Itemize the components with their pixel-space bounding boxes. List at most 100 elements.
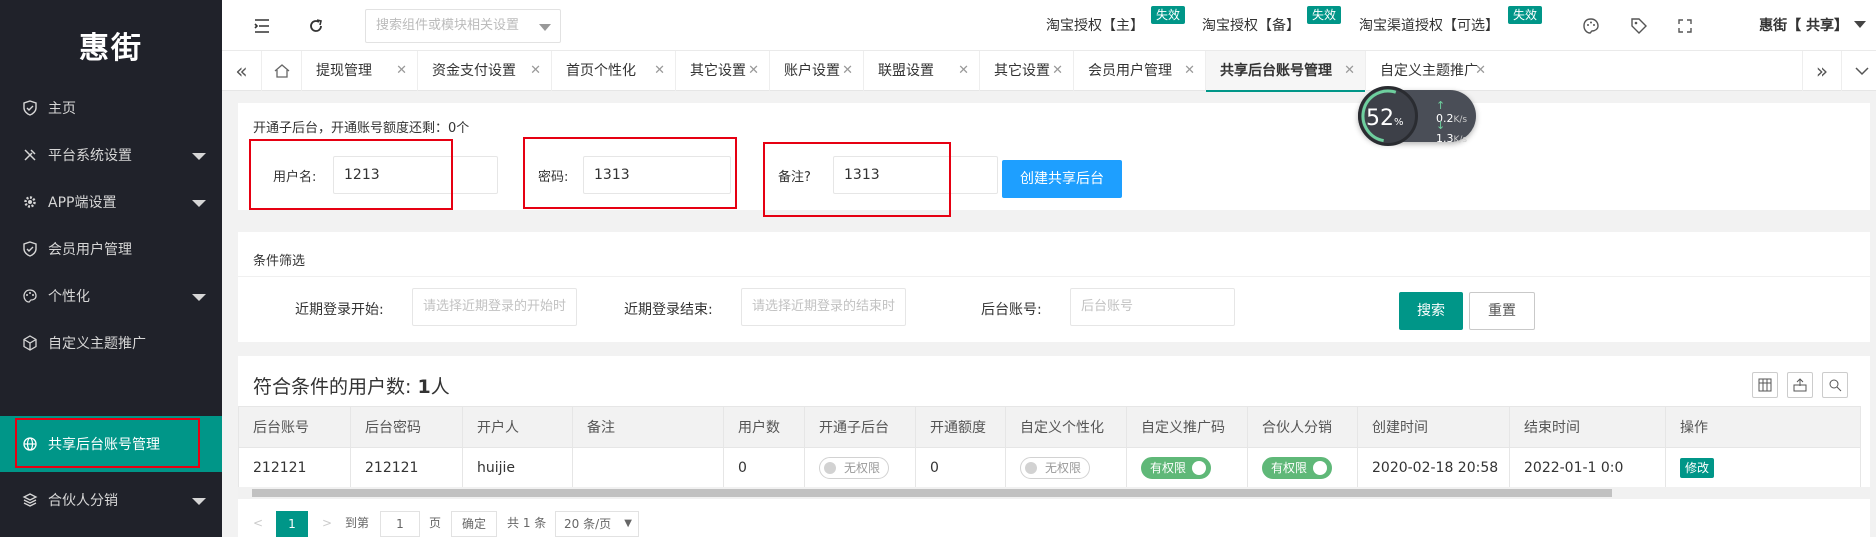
columns-filter-icon[interactable] [1752,372,1778,398]
column-header[interactable]: 用户数 [723,406,805,448]
palette-icon [23,289,37,303]
tabs-next-icon[interactable]: » [1802,51,1842,91]
tab-shared-accounts[interactable]: 共享后台账号管理 ✕ [1206,51,1366,92]
column-header[interactable]: 合伙人分销 [1247,406,1358,448]
collapse-menu-icon[interactable] [252,16,272,36]
result-count-value: 1 [417,376,431,398]
close-icon[interactable]: ✕ [958,51,969,91]
cell-custom-style: 无权限 [1005,447,1127,489]
tab-label: 联盟设置 [878,63,934,79]
accounts-table: 后台账号 后台密码 开户人 备注 用户数 开通子后台 开通额度 自定义个性化 自… [238,406,1861,489]
sidebar-item-label: 平台系统设置 [48,148,132,164]
horizontal-scrollbar[interactable] [238,487,1870,499]
auth-main-label[interactable]: 淘宝授权【主】 [1046,15,1144,35]
edit-button[interactable]: 修改 [1680,458,1715,478]
login-start-input[interactable]: 请选择近期登录的开始时 [412,288,577,326]
memory-percent: 52% [1366,106,1404,131]
cell-partner: 有权限 [1247,447,1358,489]
tab-alliance-settings[interactable]: 联盟设置 ✕ [864,51,980,91]
tab-label: 账户设置 [784,63,840,79]
column-header[interactable]: 后台密码 [350,406,463,448]
close-icon[interactable]: ✕ [1052,51,1063,91]
column-header[interactable]: 备注 [572,406,724,448]
highlight-box [15,418,200,468]
column-header[interactable]: 后台账号 [238,406,351,448]
tab-label: 共享后台账号管理 [1220,63,1332,79]
refresh-icon[interactable] [306,16,326,36]
sidebar-item-label: APP端设置 [48,195,117,211]
column-header[interactable]: 开通额度 [915,406,1006,448]
percent-unit: % [1394,117,1404,128]
tab-label: 资金支付设置 [432,63,516,79]
tab-account-settings[interactable]: 账户设置 ✕ [770,51,864,91]
cell-users: 0 [723,447,805,489]
tabs-menu-icon[interactable] [1842,51,1876,91]
close-icon[interactable]: ✕ [396,51,407,91]
pager-confirm-button[interactable]: 确定 [451,511,497,537]
promo-code-toggle[interactable]: 有权限 [1141,457,1212,479]
pager-size-select[interactable]: 20 条/页 ▼ [555,511,639,537]
pager-page-unit: 页 [429,516,442,530]
column-header[interactable]: 结束时间 [1509,406,1666,448]
sub-admin-toggle[interactable]: 无权限 [819,457,890,479]
theme-icon[interactable] [1581,16,1601,36]
down-value: 1.3 [1436,132,1454,145]
tab-other-settings-2[interactable]: 其它设置 ✕ [980,51,1074,91]
tab-payment-settings[interactable]: 资金支付设置 ✕ [418,51,552,91]
reset-button[interactable]: 重置 [1469,292,1535,330]
auth-channel-label[interactable]: 淘宝渠道授权【可选】 [1359,15,1499,35]
close-icon[interactable]: ✕ [530,51,541,91]
close-icon[interactable]: ✕ [654,51,665,91]
login-end-input[interactable]: 请选择近期登录的结束时 [741,288,906,326]
fullscreen-icon[interactable] [1675,16,1695,36]
sidebar-item-custom-theme[interactable]: 自定义主题推广 [0,315,222,371]
scrollbar-thumb[interactable] [252,489,1612,497]
pager-prev-icon[interactable]: < [253,512,263,536]
tab-custom-theme[interactable]: 自定义主题推广 ✕ [1366,51,1496,91]
tabs-prev-icon[interactable]: « [222,51,262,91]
pager-goto-input[interactable]: 1 [380,511,420,537]
tab-other-settings[interactable]: 其它设置 ✕ [676,51,770,91]
caret-down-icon: ▼ [624,518,632,529]
tab-withdraw[interactable]: 提现管理 ✕ [302,51,418,91]
column-header[interactable]: 操作 [1665,406,1861,448]
quota-notice: 开通子后台，开通账号额度还剩：0个 [253,121,470,136]
pager-next-icon[interactable]: > [322,512,332,536]
close-icon[interactable]: ✕ [1184,51,1195,91]
tab-home-personalization[interactable]: 首页个性化 ✕ [552,51,676,91]
column-header[interactable]: 自定义推广码 [1126,406,1248,448]
pager-size-value: 20 条/页 [564,517,612,531]
close-icon[interactable]: ✕ [748,51,759,91]
tag-icon[interactable] [1629,16,1649,36]
tab-label: 自定义主题推广 [1380,63,1478,79]
sidebar-item-partner-distribution[interactable]: 合伙人分销 [0,472,222,528]
app-logo[interactable]: 惠街 [0,0,222,90]
partner-toggle[interactable]: 有权限 [1262,457,1333,479]
close-icon[interactable]: ✕ [1344,51,1355,91]
home-tab-icon[interactable] [262,51,302,91]
tab-member-users[interactable]: 会员用户管理 ✕ [1074,51,1206,91]
caret-down-icon [192,294,206,301]
account-filter-label: 后台账号: [981,302,1042,318]
print-icon[interactable] [1822,372,1848,398]
pager-current-page[interactable]: 1 [276,511,308,537]
close-icon[interactable]: ✕ [1475,51,1486,91]
download-rate: ↓ 1.3K/s [1436,119,1476,145]
pager-goto-label: 到第 [345,516,370,530]
result-count-prefix: 符合条件的用户数: [253,376,412,398]
column-header[interactable]: 创建时间 [1357,406,1510,448]
column-header[interactable]: 自定义个性化 [1005,406,1127,448]
account-filter-input[interactable]: 后台账号 [1070,288,1235,326]
sidebar-item-shared-accounts[interactable]: 共享后台账号管理 [0,416,222,472]
export-icon[interactable] [1787,372,1813,398]
custom-style-toggle[interactable]: 无权限 [1020,457,1091,479]
column-header[interactable]: 开户人 [462,406,573,448]
create-shared-admin-button[interactable]: 创建共享后台 [1002,160,1122,198]
module-search-select[interactable]: 搜索组件或模块相关设置 [365,9,561,43]
auth-backup-label[interactable]: 淘宝授权【备】 [1202,15,1300,35]
user-menu[interactable]: 惠街【 共享】 [1759,15,1866,35]
column-header[interactable]: 开通子后台 [804,406,916,448]
search-button[interactable]: 搜索 [1399,292,1463,330]
close-icon[interactable]: ✕ [842,51,853,91]
cell-owner: huijie [462,447,573,489]
